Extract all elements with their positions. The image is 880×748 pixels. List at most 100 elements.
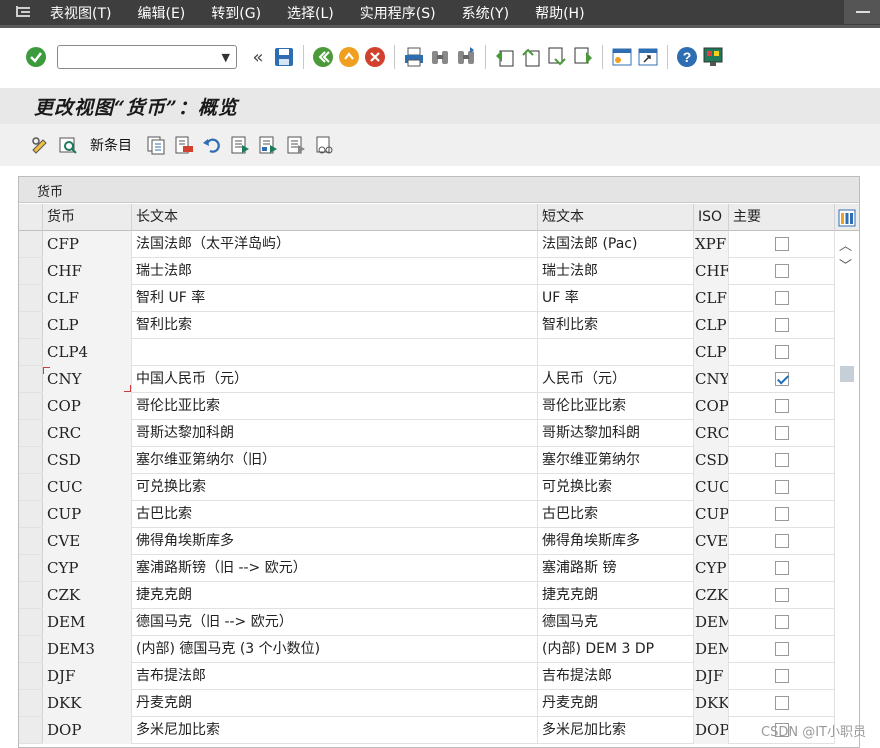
main-currency-checkbox[interactable] (775, 291, 789, 305)
table-row[interactable]: CUC 可兑换比索 可兑换比索 CUC (19, 474, 835, 501)
menu-system[interactable]: 系统(Y) (462, 3, 509, 23)
row-selector[interactable] (19, 393, 43, 419)
main-currency-checkbox[interactable] (775, 453, 789, 467)
shortcut-icon[interactable] (637, 46, 659, 68)
print-icon[interactable] (403, 46, 425, 68)
cell-long-text[interactable]: 捷克克朗 (132, 582, 538, 609)
row-selector[interactable] (19, 258, 43, 284)
main-currency-checkbox[interactable] (775, 669, 789, 683)
table-row[interactable]: CVE 佛得角埃斯库多 佛得角埃斯库多 CVE (19, 528, 835, 555)
cell-short-text[interactable]: 法国法郎 (Pac) (538, 231, 694, 258)
main-currency-checkbox[interactable] (775, 372, 789, 386)
row-selector[interactable] (19, 528, 43, 554)
cell-long-text[interactable] (132, 339, 538, 366)
cell-short-text[interactable]: 塞浦路斯 镑 (538, 555, 694, 582)
row-selector[interactable] (19, 690, 43, 716)
main-currency-checkbox[interactable] (775, 480, 789, 494)
undo-icon[interactable] (201, 134, 223, 156)
other-view-icon[interactable] (57, 134, 79, 156)
menu-edit[interactable]: 编辑(E) (137, 3, 185, 23)
table-row[interactable]: CLP 智利比索 智利比索 CLP (19, 312, 835, 339)
table-row[interactable]: COP 哥伦比亚比索 哥伦比亚比索 COP (19, 393, 835, 420)
print-view-icon[interactable] (313, 134, 335, 156)
row-selector[interactable] (19, 717, 43, 743)
row-selector[interactable] (19, 420, 43, 446)
cell-short-text[interactable]: 塞尔维亚第纳尔 (538, 447, 694, 474)
table-row[interactable]: CNY 中国人民币（元） 人民币（元） CNY (19, 366, 835, 393)
cell-short-text[interactable]: 捷克克朗 (538, 582, 694, 609)
cell-long-text[interactable]: 智利 UF 率 (132, 285, 538, 312)
new-entries-button[interactable]: 新条目 (90, 135, 132, 155)
row-selector[interactable] (19, 474, 43, 500)
find-next-icon[interactable] (455, 46, 477, 68)
cell-short-text[interactable]: 可兑换比索 (538, 474, 694, 501)
main-currency-checkbox[interactable] (775, 615, 789, 629)
vertical-scrollbar[interactable]: ︿ ﹀ (835, 231, 859, 747)
main-currency-checkbox[interactable] (775, 588, 789, 602)
header-long-text[interactable]: 长文本 (132, 204, 538, 231)
first-page-icon[interactable] (494, 46, 516, 68)
prev-page-icon[interactable] (520, 46, 542, 68)
back-double-chevron-icon[interactable]: « (247, 46, 269, 68)
cell-short-text[interactable]: (内部) DEM 3 DP (538, 636, 694, 663)
last-page-icon[interactable] (572, 46, 594, 68)
row-selector[interactable] (19, 231, 43, 257)
table-row[interactable]: DJF 吉布提法郎 吉布提法郎 DJF (19, 663, 835, 690)
select-block-icon[interactable] (257, 134, 279, 156)
minimize-button[interactable] (844, 0, 880, 24)
back-icon[interactable] (312, 46, 334, 68)
table-settings-icon[interactable] (835, 204, 859, 231)
main-currency-checkbox[interactable] (775, 534, 789, 548)
cell-short-text[interactable]: UF 率 (538, 285, 694, 312)
main-currency-checkbox[interactable] (775, 507, 789, 521)
cell-short-text[interactable]: 多米尼加比索 (538, 717, 694, 744)
scroll-down-icon[interactable]: ﹀ (839, 255, 852, 274)
save-icon[interactable] (273, 46, 295, 68)
table-row[interactable]: CZK 捷克克朗 捷克克朗 CZK (19, 582, 835, 609)
cell-long-text[interactable]: 智利比索 (132, 312, 538, 339)
cell-long-text[interactable]: 瑞士法郎 (132, 258, 538, 285)
layout-icon[interactable] (702, 46, 724, 68)
cell-short-text[interactable]: 德国马克 (538, 609, 694, 636)
cancel-icon[interactable] (364, 46, 386, 68)
select-all-rows-button[interactable] (19, 204, 43, 231)
scroll-up-icon[interactable]: ︿ (839, 235, 852, 254)
main-currency-checkbox[interactable] (775, 642, 789, 656)
display-change-icon[interactable] (29, 134, 51, 156)
table-row[interactable]: DEM3(内部) 德国马克 (3 个小数位)(内部) DEM 3 DPDEM (19, 636, 835, 663)
cell-long-text[interactable]: 哥斯达黎加科朗 (132, 420, 538, 447)
check-icon[interactable] (25, 46, 47, 68)
table-row[interactable]: CSD 塞尔维亚第纳尔（旧） 塞尔维亚第纳尔 CSD (19, 447, 835, 474)
find-icon[interactable] (429, 46, 451, 68)
header-iso[interactable]: ISO (694, 204, 729, 231)
cell-long-text[interactable]: (内部) 德国马克 (3 个小数位) (132, 636, 538, 663)
table-row[interactable]: CUP 古巴比索 古巴比索 CUP (19, 501, 835, 528)
header-main[interactable]: 主要 (729, 204, 835, 231)
cell-long-text[interactable]: 德国马克（旧 --> 欧元） (132, 609, 538, 636)
chevron-down-icon[interactable]: ▼ (222, 51, 230, 64)
cell-short-text[interactable]: 哥伦比亚比索 (538, 393, 694, 420)
row-selector[interactable] (19, 312, 43, 338)
row-selector[interactable] (19, 609, 43, 635)
create-session-icon[interactable] (611, 46, 633, 68)
menu-table-view[interactable]: 表视图(T) (50, 3, 111, 23)
table-row[interactable]: DKK 丹麦克朗 丹麦克朗 DKK (19, 690, 835, 717)
table-row[interactable]: CLF 智利 UF 率 UF 率 CLF (19, 285, 835, 312)
cell-short-text[interactable]: 人民币（元） (538, 366, 694, 393)
cell-short-text[interactable]: 丹麦克朗 (538, 690, 694, 717)
cell-long-text[interactable]: 佛得角埃斯库多 (132, 528, 538, 555)
table-row[interactable]: CRC 哥斯达黎加科朗 哥斯达黎加科朗 CRC (19, 420, 835, 447)
table-row[interactable]: CYP 塞浦路斯镑（旧 --> 欧元） 塞浦路斯 镑 CYP (19, 555, 835, 582)
row-selector[interactable] (19, 366, 43, 392)
main-currency-checkbox[interactable] (775, 696, 789, 710)
cell-short-text[interactable]: 瑞士法郎 (538, 258, 694, 285)
cell-long-text[interactable]: 吉布提法郎 (132, 663, 538, 690)
row-selector[interactable] (19, 285, 43, 311)
menu-utilities[interactable]: 实用程序(S) (360, 3, 436, 23)
cell-long-text[interactable]: 中国人民币（元） (132, 366, 538, 393)
table-row[interactable]: CLP4 CLP (19, 339, 835, 366)
cell-long-text[interactable]: 多米尼加比索 (132, 717, 538, 744)
cell-long-text[interactable]: 塞浦路斯镑（旧 --> 欧元） (132, 555, 538, 582)
cell-short-text[interactable]: 哥斯达黎加科朗 (538, 420, 694, 447)
row-selector[interactable] (19, 555, 43, 581)
